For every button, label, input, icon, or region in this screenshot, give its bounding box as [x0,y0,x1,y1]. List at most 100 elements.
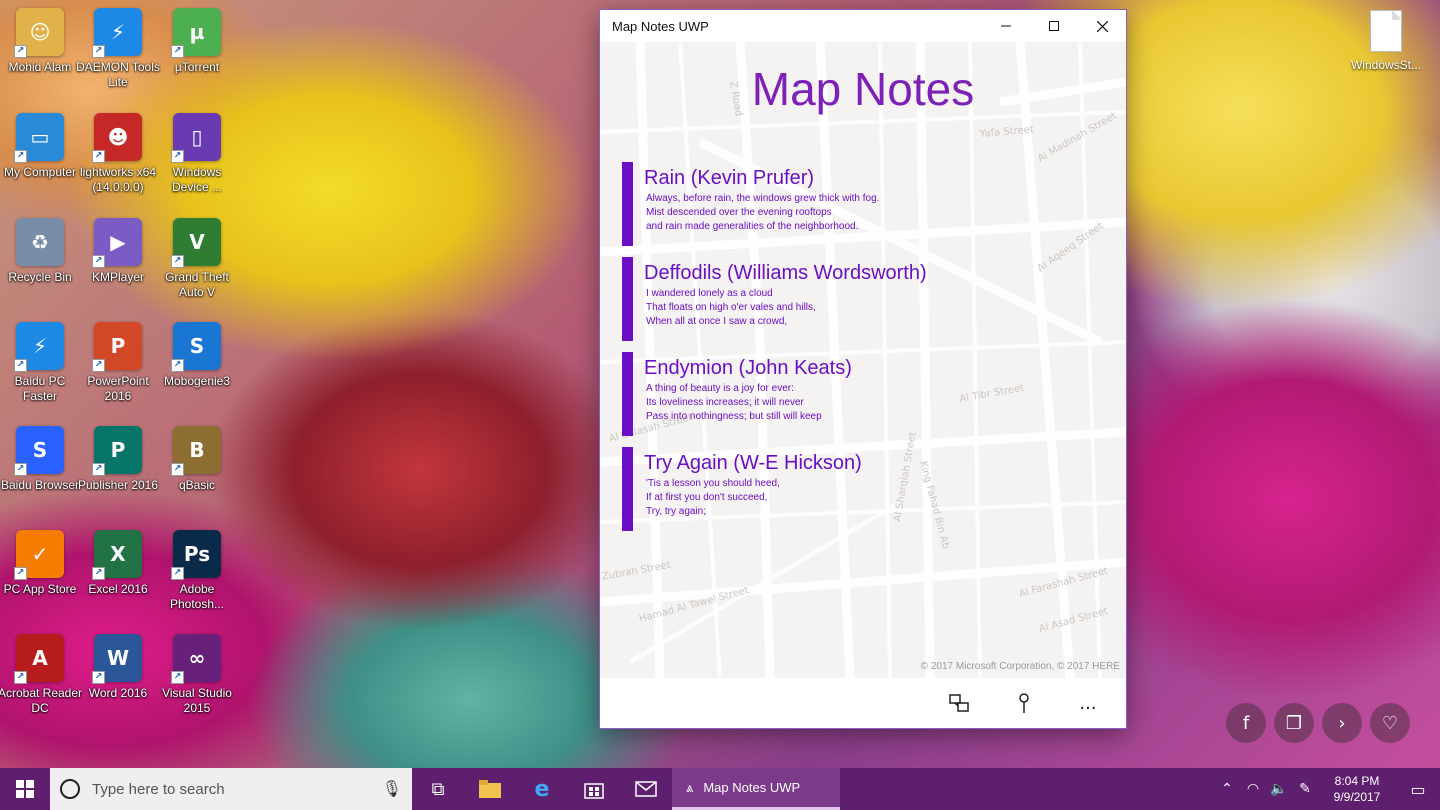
shortcut-arrow-icon: ↗ [171,255,184,268]
computer-icon: ▭ ↗ [14,113,64,163]
windows-device-icon: ▯ ↗ [171,113,221,163]
social-buttons: f ❐ › ♡ [1226,703,1410,743]
edge-button[interactable]: e [516,768,568,810]
maximize-button[interactable] [1030,10,1078,42]
poem-accent-bar [622,162,633,246]
copy-button[interactable]: ❐ [1274,703,1314,743]
icon-glyph: Ps [183,542,211,566]
desktop-icon-recycle-bin[interactable]: ♻ Recycle Bin [0,218,80,318]
poem-note[interactable]: Deffodils (Williams Wordsworth) I wandere… [622,257,1102,341]
desktop-icon-pc-app-store[interactable]: ✓ ↗ PC App Store [0,530,80,630]
desktop-icon-label: Word 2016 [88,686,148,700]
desktop-icon-label: Baidu Browser [0,478,80,492]
pen-button[interactable]: ✎ [1292,781,1318,797]
poem-line: Its loveliness increases; it will never [646,397,804,408]
icon-glyph: S [32,438,48,462]
desktop-icon-excel[interactable]: X ↗ Excel 2016 [78,530,158,630]
desktop-icon-windows-device[interactable]: ▯ ↗ Windows Device ... [157,113,237,213]
file-explorer-button[interactable] [464,768,516,810]
windows-logo-icon [16,780,34,798]
desktop-icon-powerpoint[interactable]: P ↗ PowerPoint 2016 [78,322,158,422]
show-hidden-icons-button[interactable]: ⌃ [1214,781,1240,797]
icon-glyph: ☻ [107,125,129,149]
mail-button[interactable] [620,768,672,810]
clock[interactable]: 8:04 PM 9/9/2017 [1318,773,1396,805]
icon-glyph: µ [189,20,205,44]
icon-glyph: V [189,230,205,254]
taskbar-app-label: Map Notes UWP [703,780,801,795]
desktop-icon-mobogenie[interactable]: S ↗ Mobogenie3 [157,322,237,422]
close-button[interactable] [1078,10,1126,42]
shortcut-arrow-icon: ↗ [14,567,27,580]
poem-list: Rain (Kevin Prufer) Always, before rain, … [622,162,1102,542]
icon-glyph: ∞ [188,646,206,670]
wifi-icon: ◠ [1246,781,1260,797]
more-button[interactable]: ... [1056,678,1120,728]
poem-note[interactable]: Rain (Kevin Prufer) Always, before rain, … [622,162,1102,246]
facebook-button[interactable]: f [1226,703,1266,743]
desktop-icon-utorrent[interactable]: µ ↗ µTorrent [157,8,237,108]
poem-line: 'Tis a lesson you should heed, [646,478,780,489]
desktop-icon-label: Excel 2016 [88,582,148,596]
desktop-icon-visual-studio[interactable]: ∞ ↗ Visual Studio 2015 [157,634,237,734]
icon-glyph: X [110,542,126,566]
desktop-icon-baidu-pc-faster[interactable]: ⚡ ↗ Baidu PC Faster [0,322,80,422]
volume-button[interactable]: 🔈 [1266,781,1292,797]
start-button[interactable] [0,768,50,810]
desktop-icon-qbasic[interactable]: B ↗ qBasic [157,426,237,526]
favorite-button[interactable]: ♡ [1370,703,1410,743]
next-button[interactable]: › [1322,703,1362,743]
wifi-button[interactable]: ◠ [1240,781,1266,797]
shortcut-arrow-icon: ↗ [92,150,105,163]
minimize-button[interactable] [982,10,1030,42]
desktop-icon-user-folder[interactable]: ☺ ↗ Mohid Alam [0,8,80,108]
facebook-icon: f [1242,712,1250,734]
poem-accent-bar [622,257,633,341]
poem-accent-bar [622,352,633,436]
desktop-icon-label: Grand Theft Auto V [165,270,229,299]
desktop-icon-gta[interactable]: V ↗ Grand Theft Auto V [157,218,237,318]
taskbar-search[interactable]: 🎙 [50,768,412,810]
shortcut-arrow-icon: ↗ [92,463,105,476]
desktop-icon-computer[interactable]: ▭ ↗ My Computer [0,113,80,213]
desktop-icon-acrobat[interactable]: A ↗ Acrobat Reader DC [0,634,82,734]
file-icon [1370,10,1402,52]
desktop-icon-word[interactable]: W ↗ Word 2016 [78,634,158,734]
desktop-icon-daemon-tools[interactable]: ⚡ ↗ DAEMON Tools Lite [76,8,160,108]
title-bar[interactable]: Map Notes UWP [600,10,1126,42]
visual-studio-icon: ∞ ↗ [171,634,221,684]
pin-button[interactable] [992,678,1056,728]
edge-icon: e [534,776,550,802]
search-input[interactable] [92,780,382,798]
desktop-icon-lightworks[interactable]: ☻ ↗ lightworks x64 (14.0.0.0) [78,113,158,213]
clock-date: 9/9/2017 [1333,790,1381,804]
shortcut-arrow-icon: ↗ [14,463,27,476]
task-view-button[interactable]: ⧉ [412,768,464,810]
map-content[interactable]: Z Road Yafa Street Al Madinah Street Al Aqe… [600,42,1126,678]
desktop-icon-photoshop[interactable]: Ps ↗ Adobe Photosh... [157,530,237,630]
taskbar-app-mapnotes[interactable]: ⩓ Map Notes UWP [672,768,840,810]
poem-note[interactable]: Try Again (W-E Hickson) 'Tis a lesson you… [622,447,1102,531]
shortcut-arrow-icon: ↗ [14,671,27,684]
minimize-icon [1001,25,1011,27]
poem-accent-bar [622,447,633,531]
desktop-icon-label: µTorrent [174,60,220,74]
word-icon: W ↗ [92,634,142,684]
desktop-icon-baidu-browser[interactable]: S ↗ Baidu Browser [0,426,80,526]
microphone-icon[interactable]: 🎙 [382,779,402,799]
cortana-icon [60,779,80,799]
icon-glyph: ▶ [110,230,126,254]
desktop-icon-label: Adobe Photosh... [169,582,225,611]
shortcut-arrow-icon: ↗ [14,45,27,58]
map-notes-app-icon: ⩓ [686,779,694,795]
desktop-icon-label: Baidu PC Faster [14,374,66,403]
desktop-icon-publisher[interactable]: P ↗ Publisher 2016 [78,426,158,526]
store-button[interactable] [568,768,620,810]
action-center-button[interactable]: ▭ [1396,780,1440,799]
desktop-icon-label: My Computer [3,165,77,179]
poem-note[interactable]: Endymion (John Keats) A thing of beauty i… [622,352,1102,436]
user-folder-icon: ☺ ↗ [14,8,64,58]
desktop-file-windowsstore[interactable]: WindowsSt... [1346,10,1426,72]
desktop-icon-kmplayer[interactable]: ▶ ↗ KMPlayer [78,218,158,318]
notes-button[interactable] [928,678,992,728]
